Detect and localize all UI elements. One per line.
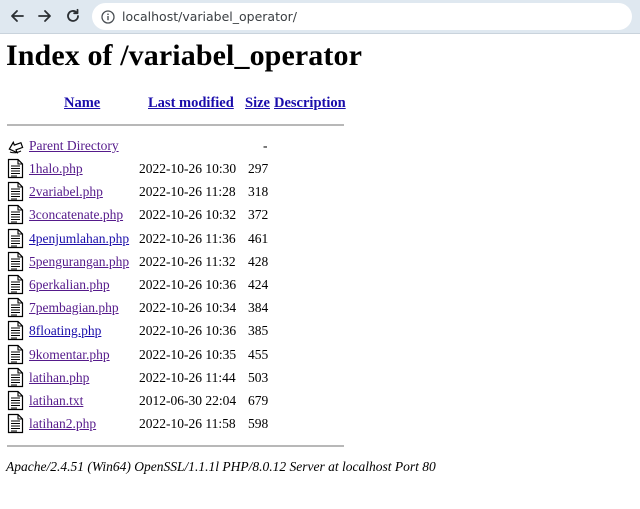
file-size: 385	[248, 323, 269, 339]
file-row: 2variabel.php 2022-10-26 11:28 318	[0, 181, 640, 203]
file-size: 679	[248, 393, 269, 408]
browser-toolbar: localhost/variabel_operator/	[0, 0, 640, 34]
text-file-icon	[7, 367, 24, 388]
file-row: 9komentar.php 2022-10-26 10:35 455	[0, 344, 640, 366]
file-row: latihan2.php 2022-10-26 11:58 598	[0, 413, 640, 435]
file-modified: 2022-10-26 10:32	[139, 207, 237, 223]
file-modified: 2022-10-26 10:30	[139, 161, 237, 176]
parent-directory-link[interactable]: Parent Directory	[29, 138, 119, 154]
file-link[interactable]: 5pengurangan.php	[29, 254, 129, 270]
file-modified: 2022-10-26 10:36	[139, 277, 237, 292]
file-modified: 2022-10-26 11:58	[139, 416, 236, 432]
file-modified: 2022-10-26 11:44	[139, 369, 236, 385]
reload-icon[interactable]	[62, 5, 84, 27]
text-file-icon	[7, 181, 24, 202]
file-row: 7pembagian.php 2022-10-26 10:34 384	[0, 297, 640, 319]
text-file-icon	[7, 413, 24, 434]
text-file-icon	[7, 274, 24, 295]
sort-by-name-link[interactable]: Name	[64, 95, 100, 112]
file-size: 318	[248, 184, 269, 200]
file-row: latihan.txt 2012-06-30 22:04 679	[0, 390, 640, 412]
header-divider	[7, 124, 344, 126]
file-modified: 2012-06-30 22:04	[139, 393, 237, 408]
sort-by-description-link[interactable]: Description	[274, 95, 346, 112]
file-link[interactable]: 6perkalian.php	[29, 277, 110, 293]
parent-size: -	[263, 138, 268, 153]
file-link[interactable]: 3concatenate.php	[29, 207, 123, 223]
server-signature: Apache/2.4.51 (Win64) OpenSSL/1.1.1l PHP…	[6, 459, 436, 474]
file-row: 8floating.php 2022-10-26 10:36 385	[0, 320, 640, 342]
text-file-icon	[7, 228, 24, 249]
file-link[interactable]: latihan2.php	[29, 416, 96, 432]
text-file-icon	[7, 297, 24, 318]
file-size: 297	[248, 161, 269, 176]
file-size: 424	[248, 277, 269, 292]
parent-directory-row: Parent Directory -	[0, 135, 640, 157]
file-row: 6perkalian.php 2022-10-26 10:36 424	[0, 274, 640, 296]
file-link[interactable]: 9komentar.php	[29, 347, 110, 363]
sort-by-last-modified-link[interactable]: Last modified	[148, 95, 234, 112]
file-size: 455	[248, 346, 269, 362]
file-link[interactable]: latihan.php	[29, 370, 89, 386]
text-file-icon	[7, 390, 24, 411]
file-row: 5pengurangan.php 2022-10-26 11:32 428	[0, 251, 640, 273]
text-file-icon	[7, 251, 24, 272]
file-size: 428	[248, 253, 269, 269]
file-link[interactable]: 8floating.php	[29, 323, 101, 339]
file-link[interactable]: 7pembagian.php	[29, 300, 119, 316]
file-link[interactable]: 1halo.php	[29, 161, 83, 177]
file-link[interactable]: 2variabel.php	[29, 184, 103, 200]
file-row: 4penjumlahan.php 2022-10-26 11:36 461	[0, 228, 640, 250]
file-size: 384	[248, 300, 269, 316]
sort-by-size-link[interactable]: Size	[245, 95, 270, 112]
file-size: 598	[248, 416, 269, 432]
back-folder-icon	[7, 135, 24, 156]
text-file-icon	[7, 320, 24, 341]
text-file-icon	[7, 204, 24, 225]
file-link[interactable]: latihan.txt	[29, 393, 83, 409]
file-modified: 2022-10-26 11:32	[139, 253, 236, 269]
address-bar[interactable]: localhost/variabel_operator/	[92, 3, 632, 30]
file-modified: 2022-10-26 10:36	[139, 323, 237, 339]
page-title: Index of /variabel_operator	[6, 39, 362, 72]
text-file-icon	[7, 158, 24, 179]
file-size: 503	[248, 369, 269, 385]
file-row: latihan.php 2022-10-26 11:44 503	[0, 367, 640, 389]
file-modified: 2022-10-26 10:34	[139, 300, 237, 316]
file-row: 1halo.php 2022-10-26 10:30 297	[0, 158, 640, 180]
file-modified: 2022-10-26 11:36	[139, 230, 236, 246]
file-modified: 2022-10-26 10:35	[139, 346, 237, 362]
file-modified: 2022-10-26 11:28	[139, 184, 236, 200]
address-url[interactable]: localhost/variabel_operator/	[122, 9, 297, 24]
footer-divider	[7, 445, 344, 447]
file-link[interactable]: 4penjumlahan.php	[29, 231, 129, 247]
back-arrow-icon[interactable]	[6, 5, 28, 27]
info-icon[interactable]	[100, 9, 116, 25]
file-row: 3concatenate.php 2022-10-26 10:32 372	[0, 204, 640, 226]
file-size: 461	[248, 230, 269, 246]
text-file-icon	[7, 344, 24, 365]
forward-arrow-icon[interactable]	[34, 5, 56, 27]
file-size: 372	[248, 207, 269, 223]
